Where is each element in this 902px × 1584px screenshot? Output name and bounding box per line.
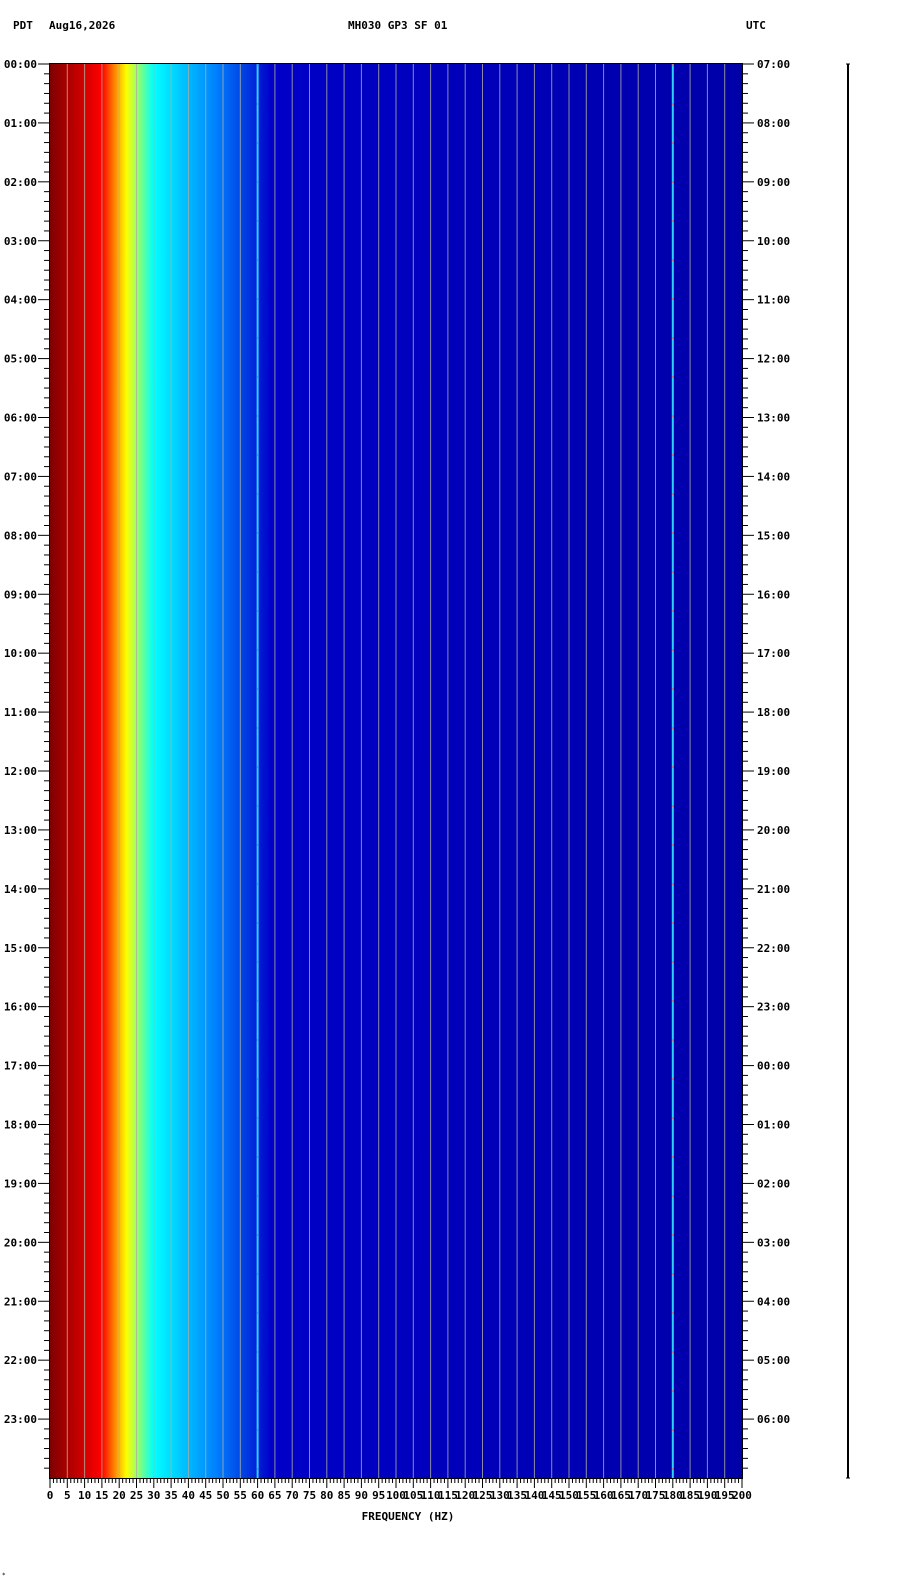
right-time-tick-label: 17:00 — [757, 647, 790, 660]
right-time-tick-label: 11:00 — [757, 294, 790, 307]
x-tick-label: 80 — [320, 1489, 333, 1502]
left-time-tick-label: 16:00 — [4, 1001, 37, 1014]
right-time-tick-label: 15:00 — [757, 529, 790, 542]
x-tick-label: 5 — [64, 1489, 71, 1502]
right-time-tick-label: 23:00 — [757, 1001, 790, 1014]
right-time-tick-label: 21:00 — [757, 883, 790, 896]
x-tick-label: 70 — [286, 1489, 299, 1502]
right-time-tick-label: 06:00 — [757, 1413, 790, 1426]
x-axis-label: FREQUENCY (HZ) — [362, 1510, 455, 1523]
left-time-tick-label: 10:00 — [4, 647, 37, 660]
right-time-tick-label: 19:00 — [757, 765, 790, 778]
left-time-tick-label: 22:00 — [4, 1354, 37, 1367]
right-time-tick-label: 08:00 — [757, 117, 790, 130]
x-tick-label: 75 — [303, 1489, 316, 1502]
right-time-tick-label: 01:00 — [757, 1119, 790, 1132]
left-time-tick-label: 08:00 — [4, 529, 37, 542]
right-time-tick-label: 00:00 — [757, 1060, 790, 1073]
right-time-tick-label: 04:00 — [757, 1295, 790, 1308]
left-time-tick-label: 01:00 — [4, 117, 37, 130]
left-time-tick-label: 15:00 — [4, 942, 37, 955]
right-time-tick-label: 18:00 — [757, 706, 790, 719]
x-tick-label: 85 — [337, 1489, 350, 1502]
left-time-tick-label: 03:00 — [4, 235, 37, 248]
x-tick-label: 30 — [147, 1489, 160, 1502]
x-tick-label: 45 — [199, 1489, 212, 1502]
left-time-tick-label: 23:00 — [4, 1413, 37, 1426]
right-time-tick-label: 07:00 — [757, 58, 790, 71]
left-time-tick-label: 12:00 — [4, 765, 37, 778]
right-time-tick-label: 09:00 — [757, 176, 790, 189]
corner-mark: * — [2, 1572, 6, 1579]
spectrogram-chart: 00:00 07:00 01:00 08:00 02:00 09:00 03:00 10:00… — [4, 58, 850, 1523]
left-time-tick-label: 19:00 — [4, 1177, 37, 1190]
left-time-tick-label: 09:00 — [4, 588, 37, 601]
x-tick-label: 10 — [78, 1489, 91, 1502]
left-time-tick-label: 06:00 — [4, 412, 37, 425]
x-tick-label: 90 — [355, 1489, 368, 1502]
x-tick-label: 0 — [47, 1489, 54, 1502]
x-tick-label: 25 — [130, 1489, 143, 1502]
right-time-tick-label: 02:00 — [757, 1177, 790, 1190]
x-tick-label: 200 — [732, 1489, 752, 1502]
left-time-tick-label: 20:00 — [4, 1236, 37, 1249]
left-time-tick-label: 18:00 — [4, 1119, 37, 1132]
left-time-tick-label: 05:00 — [4, 353, 37, 366]
left-time-tick-label: 04:00 — [4, 294, 37, 307]
right-time-tick-label: 13:00 — [757, 412, 790, 425]
x-tick-label: 55 — [234, 1489, 247, 1502]
left-time-tick-label: 11:00 — [4, 706, 37, 719]
x-tick-label: 35 — [164, 1489, 177, 1502]
right-time-tick-label: 10:00 — [757, 235, 790, 248]
x-tick-label: 65 — [268, 1489, 281, 1502]
x-tick-label: 60 — [251, 1489, 264, 1502]
left-time-tick-label: 14:00 — [4, 883, 37, 896]
x-tick-label: 50 — [216, 1489, 229, 1502]
x-tick-label: 15 — [95, 1489, 108, 1502]
right-time-tick-label: 14:00 — [757, 470, 790, 483]
right-time-tick-label: 20:00 — [757, 824, 790, 837]
x-tick-label: 95 — [372, 1489, 385, 1502]
right-time-tick-label: 16:00 — [757, 588, 790, 601]
right-time-tick-label: 12:00 — [757, 353, 790, 366]
right-time-tick-label: 05:00 — [757, 1354, 790, 1367]
left-time-tick-label: 02:00 — [4, 176, 37, 189]
x-tick-label: 40 — [182, 1489, 195, 1502]
x-tick-label: 20 — [113, 1489, 126, 1502]
left-time-tick-label: 00:00 — [4, 58, 37, 71]
right-time-tick-label: 03:00 — [757, 1236, 790, 1249]
left-time-tick-label: 13:00 — [4, 824, 37, 837]
right-time-tick-label: 22:00 — [757, 942, 790, 955]
left-time-tick-label: 07:00 — [4, 470, 37, 483]
left-time-tick-label: 17:00 — [4, 1060, 37, 1073]
left-time-tick-label: 21:00 — [4, 1295, 37, 1308]
